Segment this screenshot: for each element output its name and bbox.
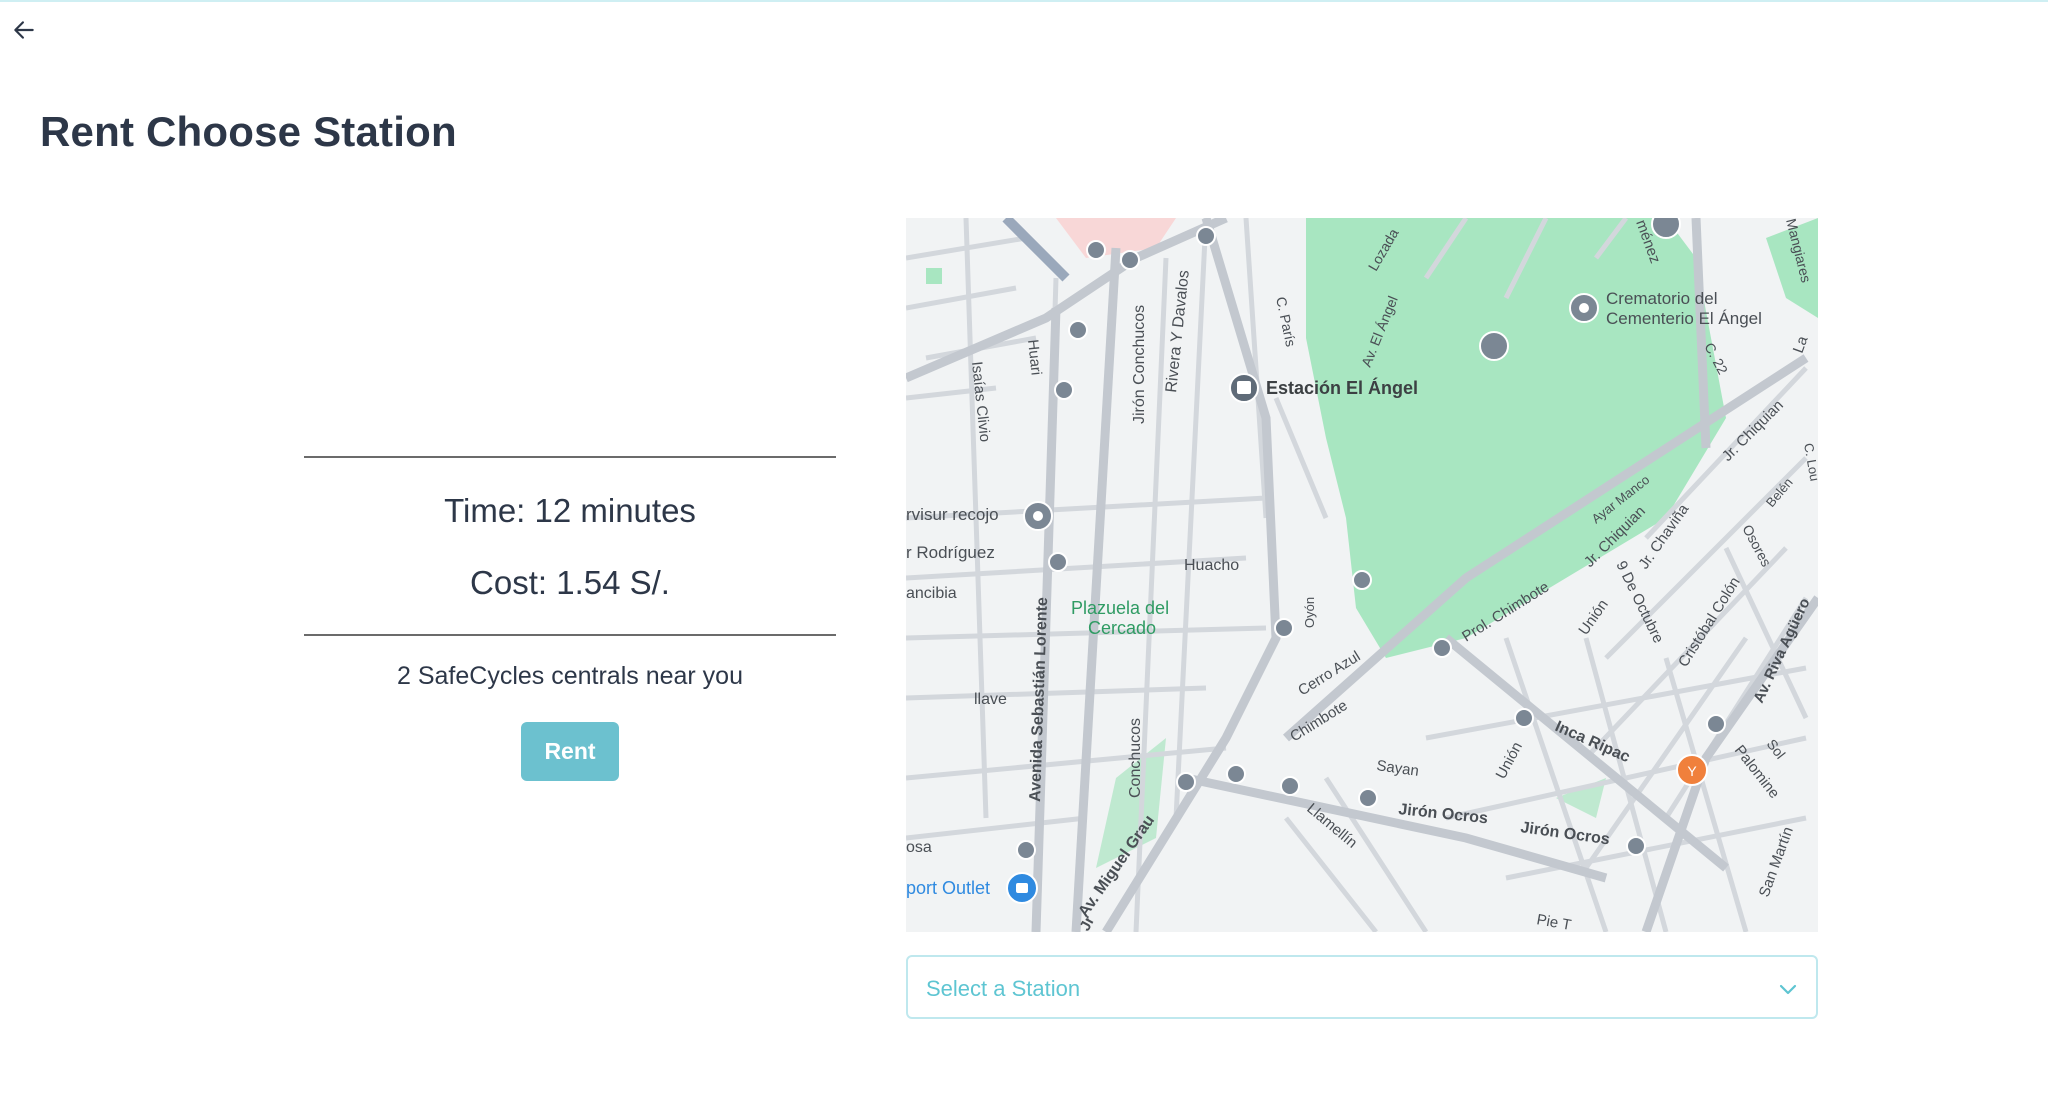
chevron-down-icon (1779, 984, 1797, 995)
station-map[interactable]: Y Estación El Ángel Crematorio del Cemen… (906, 218, 1818, 932)
label-jiron-conchucos: Jirón Conchucos (1131, 305, 1148, 424)
trip-time: Time: 12 minutes (444, 492, 696, 529)
label-llave: llave (974, 691, 1007, 708)
map-canvas[interactable]: Y Estación El Ángel Crematorio del Cemen… (906, 218, 1818, 932)
map-park-tiny (926, 268, 942, 284)
label-crematorio-2: Cementerio El Ángel (1606, 309, 1762, 328)
arrow-left-icon (14, 21, 34, 39)
svg-text:Y: Y (1687, 763, 1697, 779)
label-estacion: Estación El Ángel (1266, 377, 1418, 398)
label-huacho: Huacho (1184, 557, 1239, 574)
divider-bottom (304, 634, 836, 636)
top-border (0, 0, 2048, 2)
divider-top (304, 456, 836, 458)
label-conchucos: Conchucos (1127, 718, 1144, 798)
trip-cost: Cost: 1.54 S/. (470, 564, 670, 601)
label-crematorio-1: Crematorio del (1606, 289, 1718, 308)
restaurant-icon[interactable]: Y (1676, 754, 1708, 786)
label-osa: osa (906, 839, 932, 856)
station-select-placeholder: Select a Station (926, 976, 1081, 1001)
back-button[interactable] (10, 16, 38, 44)
label-rodriguez: r Rodríguez (906, 543, 995, 562)
page-title: Rent Choose Station (40, 108, 457, 155)
train-station-icon[interactable] (1229, 373, 1259, 403)
shopping-icon[interactable] (1006, 872, 1038, 904)
label-rvisur: rvisur recojo (906, 505, 999, 524)
rent-button[interactable]: Rent (521, 722, 619, 781)
label-plazuela-2: Cercado (1088, 618, 1156, 638)
station-select[interactable]: Select a Station (906, 955, 1818, 1019)
label-port-outlet: port Outlet (906, 878, 990, 898)
label-oyon: Oyón (1302, 597, 1317, 628)
label-ancibia: ancibia (906, 585, 957, 602)
trip-info-panel: Time: 12 minutes Cost: 1.54 S/. (304, 456, 836, 636)
nearby-centrals-text: 2 SafeCycles centrals near you (396, 662, 743, 690)
label-plazuela-1: Plazuela del (1071, 598, 1169, 618)
